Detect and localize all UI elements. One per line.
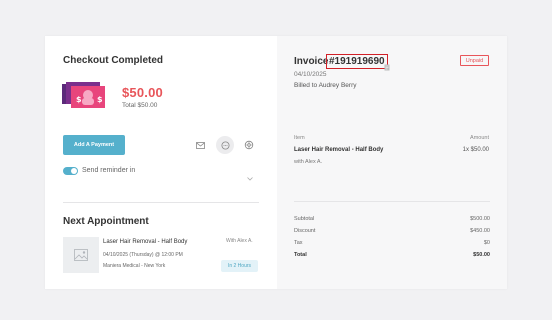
totals-row: Tax $0	[294, 240, 490, 246]
svg-text:$: $	[97, 95, 103, 104]
copy-icon[interactable]	[384, 58, 390, 76]
totals-value: $50.00	[473, 252, 490, 258]
totals-value: $450.00	[470, 228, 490, 234]
totals-row: Discount $450.00	[294, 228, 490, 234]
next-appointment-title: Next Appointment	[63, 216, 149, 227]
divider	[294, 201, 490, 202]
totals-label: Tax	[294, 240, 303, 246]
appointment-time-badge: In 2 Hours	[221, 260, 258, 272]
totals-label: Subtotal	[294, 216, 315, 222]
sms-icon[interactable]	[216, 136, 234, 154]
appointment-date: 04/10/2025 (Thursday) @ 12:00 PM	[103, 252, 183, 258]
appointment-provider: With Alex A.	[226, 238, 253, 244]
line-item-name: Laser Hair Removal - Half Body	[294, 147, 384, 153]
billed-to: Billed to Audrey Berry	[294, 82, 357, 89]
line-item-amount: 1x $50.00	[462, 147, 489, 153]
reminder-toggle[interactable]	[63, 167, 78, 175]
column-header-item: Item	[294, 135, 305, 141]
checkout-title: Checkout Completed	[63, 55, 164, 66]
checkout-panel: Checkout Completed $ $ $50.00 Total $50.…	[45, 36, 277, 289]
totals-label: Total	[294, 252, 307, 258]
svg-text:$: $	[76, 95, 82, 104]
mail-icon[interactable]	[191, 136, 209, 154]
checkout-amount: $50.00	[122, 85, 163, 100]
column-header-amount: Amount	[470, 135, 489, 141]
checkout-card: Checkout Completed $ $ $50.00 Total $50.…	[45, 36, 507, 289]
chevron-down-icon[interactable]	[247, 168, 253, 186]
totals-label: Discount	[294, 228, 316, 234]
totals-row: Total $50.00	[294, 252, 490, 258]
money-icon: $ $	[62, 82, 106, 108]
add-payment-button[interactable]: Add A Payment	[63, 135, 125, 155]
status-badge: Unpaid	[460, 55, 489, 66]
invoice-label: Invoice	[294, 56, 329, 67]
appointment-service[interactable]: Laser Hair Removal - Half Body	[103, 239, 187, 245]
reminder-label: Send reminder in	[82, 167, 136, 174]
appointment-thumb-icon	[63, 237, 99, 273]
totals-value: $0	[483, 240, 490, 246]
checkout-total: Total $50.00	[122, 102, 158, 109]
invoice-date: 04/10/2025	[294, 71, 327, 78]
totals-value: $500.00	[470, 216, 490, 222]
divider	[63, 202, 259, 203]
invoice-panel: Invoice #191919690 Unpaid 04/10/2025 Bil…	[277, 36, 507, 289]
invoice-number: #191919690	[326, 54, 388, 69]
line-item-provider: with Alex A.	[294, 159, 323, 165]
totals-row: Subtotal $500.00	[294, 216, 490, 222]
appointment-location: Maniera Medical - New York	[103, 263, 166, 269]
print-icon[interactable]	[240, 136, 258, 154]
